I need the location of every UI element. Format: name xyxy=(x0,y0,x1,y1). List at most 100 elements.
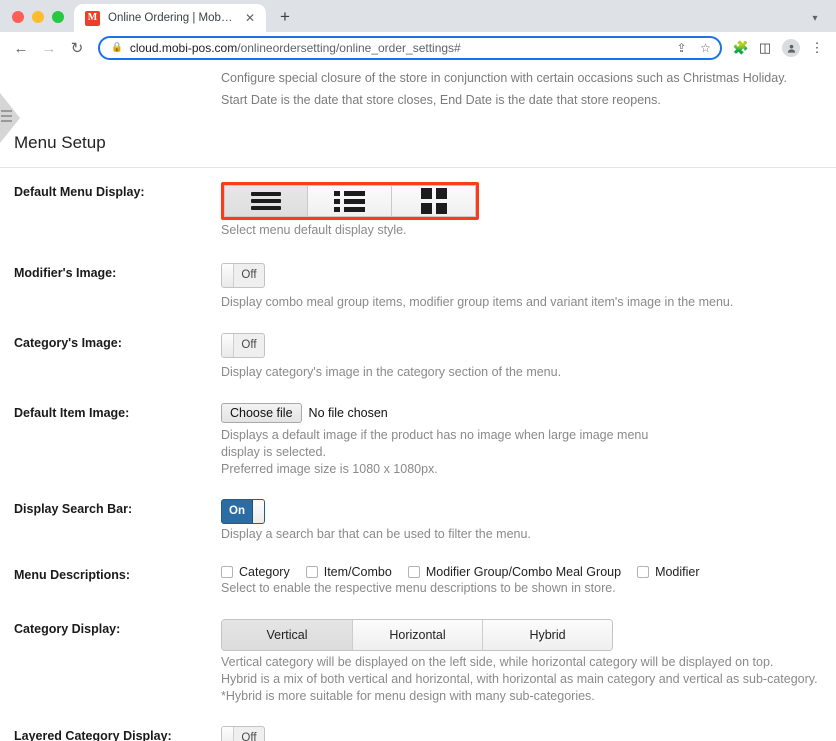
file-input-row[interactable]: Choose file No file chosen xyxy=(221,403,836,423)
hint-category-display-1: Vertical category will be displayed on t… xyxy=(221,655,774,669)
toggle-categorys-image[interactable]: Off xyxy=(221,333,265,358)
choose-file-button[interactable]: Choose file xyxy=(221,403,302,423)
url-path: /onlineordersetting/online_order_setting… xyxy=(237,41,461,55)
profile-avatar-icon[interactable] xyxy=(782,39,800,57)
page-title: Menu Setup xyxy=(14,133,106,152)
toggle-display-search-bar[interactable]: On xyxy=(221,499,265,524)
default-menu-display-group xyxy=(224,185,476,217)
hint-category-display-3: *Hybrid is more suitable for menu design… xyxy=(221,689,595,703)
url-text: cloud.mobi-pos.com/onlineordersetting/on… xyxy=(130,41,666,55)
close-window-button[interactable] xyxy=(12,11,24,23)
list-detail-icon xyxy=(334,190,365,212)
default-menu-display-highlight xyxy=(221,182,479,220)
row-layered-category-display: Layered Category Display: Off Sub-catego… xyxy=(0,726,836,741)
category-display-group: Vertical Horizontal Hybrid xyxy=(221,619,613,651)
menu-display-option-detail-list[interactable] xyxy=(308,185,392,217)
hint-default-item-image-1: Displays a default image if the product … xyxy=(221,428,649,442)
checkbox-label: Category xyxy=(239,565,290,579)
row-default-item-image: Default Item Image: Choose file No file … xyxy=(0,403,836,478)
row-default-menu-display: Default Menu Display: Select menu defaul… xyxy=(0,182,836,239)
row-modifiers-image: Modifier's Image: Off Display combo meal… xyxy=(0,263,836,311)
row-categorys-image: Category's Image: Off Display category's… xyxy=(0,333,836,381)
checkbox-label: Item/Combo xyxy=(323,565,392,579)
toggle-knob xyxy=(222,264,234,287)
toggle-label: Off xyxy=(241,269,257,281)
checkbox-label: Modifier Group/Combo Meal Group xyxy=(425,565,622,579)
toggle-label: On xyxy=(229,505,245,517)
reload-button[interactable]: ↻ xyxy=(64,35,90,61)
checkbox-box[interactable] xyxy=(637,566,650,578)
checkbox-item-modifier[interactable]: Modifier xyxy=(637,565,700,579)
file-status-text: No file chosen xyxy=(308,406,388,420)
checkbox-item-category[interactable]: Category xyxy=(221,565,290,579)
back-button[interactable]: ← xyxy=(8,35,34,61)
url-domain: cloud.mobi-pos.com xyxy=(129,41,238,55)
new-tab-button[interactable]: + xyxy=(272,4,298,30)
window-controls xyxy=(8,11,74,32)
label-layered-category-display: Layered Category Display: xyxy=(14,729,172,741)
category-display-option-vertical[interactable]: Vertical xyxy=(222,620,352,650)
toggle-knob xyxy=(222,334,234,357)
checkbox-box[interactable] xyxy=(305,566,318,578)
close-tab-icon[interactable]: ✕ xyxy=(242,10,258,26)
hint-menu-descriptions: Select to enable the respective menu des… xyxy=(221,581,616,595)
checkbox-item-item-combo[interactable]: Item/Combo xyxy=(305,565,392,579)
forward-button[interactable]: → xyxy=(36,35,62,61)
label-default-menu-display: Default Menu Display: xyxy=(14,185,145,199)
grid-icon xyxy=(420,188,447,214)
label-menu-descriptions: Menu Descriptions: xyxy=(14,568,130,582)
checkbox-box[interactable] xyxy=(407,566,420,578)
row-display-search-bar: Display Search Bar: On Display a search … xyxy=(0,499,836,543)
maximize-window-button[interactable] xyxy=(52,11,64,23)
address-bar[interactable]: 🔒 cloud.mobi-pos.com/onlineordersetting/… xyxy=(98,36,722,60)
hint-modifiers-image: Display combo meal group items, modifier… xyxy=(221,295,734,309)
section-divider xyxy=(0,167,836,168)
category-display-option-hybrid[interactable]: Hybrid xyxy=(482,620,612,650)
label-display-search-bar: Display Search Bar: xyxy=(14,502,133,516)
hint-default-menu-display: Select menu default display style. xyxy=(221,223,407,237)
tab-title: Online Ordering | MobiPOS xyxy=(108,12,234,24)
toggle-label: Off xyxy=(241,339,257,351)
hint-category-display-2: Hybrid is a mix of both vertical and hor… xyxy=(221,672,818,686)
hint-default-item-image-3: Preferred image size is 1080 x 1080px. xyxy=(221,462,438,476)
category-display-option-horizontal[interactable]: Horizontal xyxy=(352,620,482,650)
row-category-display: Category Display: Vertical Horizontal Hy… xyxy=(0,619,836,705)
toggle-label: Off xyxy=(241,732,257,741)
checkbox-item-modifier-group[interactable]: Modifier Group/Combo Meal Group xyxy=(407,565,622,579)
page-content: Configure special closure of the store i… xyxy=(0,64,836,741)
checkbox-box[interactable] xyxy=(221,566,233,578)
hint-categorys-image: Display category's image in the category… xyxy=(221,365,562,379)
tab-strip: M Online Ordering | MobiPOS ✕ + ▾ xyxy=(0,0,836,32)
more-menu-icon[interactable]: ⋮ xyxy=(806,37,828,59)
toggle-knob xyxy=(252,500,264,523)
row-menu-descriptions: Menu Descriptions: Category Item/Combo M… xyxy=(0,565,836,597)
label-category-display: Category Display: xyxy=(14,622,121,636)
label-modifiers-image: Modifier's Image: xyxy=(14,266,117,280)
toggle-layered-category-display[interactable]: Off xyxy=(221,726,265,741)
hint-default-item-image-2: display is selected. xyxy=(221,445,326,459)
hint-display-search-bar: Display a search bar that can be used to… xyxy=(221,527,531,541)
lock-icon: 🔒 xyxy=(111,42,123,54)
browser-toolbar: ← → ↻ 🔒 cloud.mobi-pos.com/onlineorderse… xyxy=(0,32,836,64)
menu-descriptions-checkbox-group: Category Item/Combo Modifier Group/Combo… xyxy=(221,565,836,579)
label-default-item-image: Default Item Image: xyxy=(14,406,130,420)
checkbox-label: Modifier xyxy=(655,565,700,579)
browser-tab[interactable]: M Online Ordering | MobiPOS ✕ xyxy=(74,4,266,32)
chevron-down-icon[interactable]: ▾ xyxy=(806,9,824,27)
side-panel-icon[interactable]: ◫ xyxy=(754,37,776,59)
star-icon[interactable]: ☆ xyxy=(697,40,714,57)
menu-display-option-lines[interactable] xyxy=(224,185,308,217)
intro-text-block: Configure special closure of the store i… xyxy=(0,64,836,109)
toggle-knob xyxy=(222,727,234,741)
intro-line-2: Start Date is the date that store closes… xyxy=(221,93,661,107)
minimize-window-button[interactable] xyxy=(32,11,44,23)
list-lines-icon xyxy=(251,192,281,210)
share-icon[interactable]: ⇪ xyxy=(673,40,690,57)
mobipos-favicon-icon: M xyxy=(85,10,100,26)
extensions-icon[interactable]: 🧩 xyxy=(730,37,752,59)
menu-display-option-grid[interactable] xyxy=(392,185,476,217)
toggle-modifiers-image[interactable]: Off xyxy=(221,263,265,288)
intro-line-1: Configure special closure of the store i… xyxy=(221,71,788,85)
label-categorys-image: Category's Image: xyxy=(14,336,122,350)
browser-chrome: M Online Ordering | MobiPOS ✕ + ▾ ← → ↻ … xyxy=(0,0,836,64)
